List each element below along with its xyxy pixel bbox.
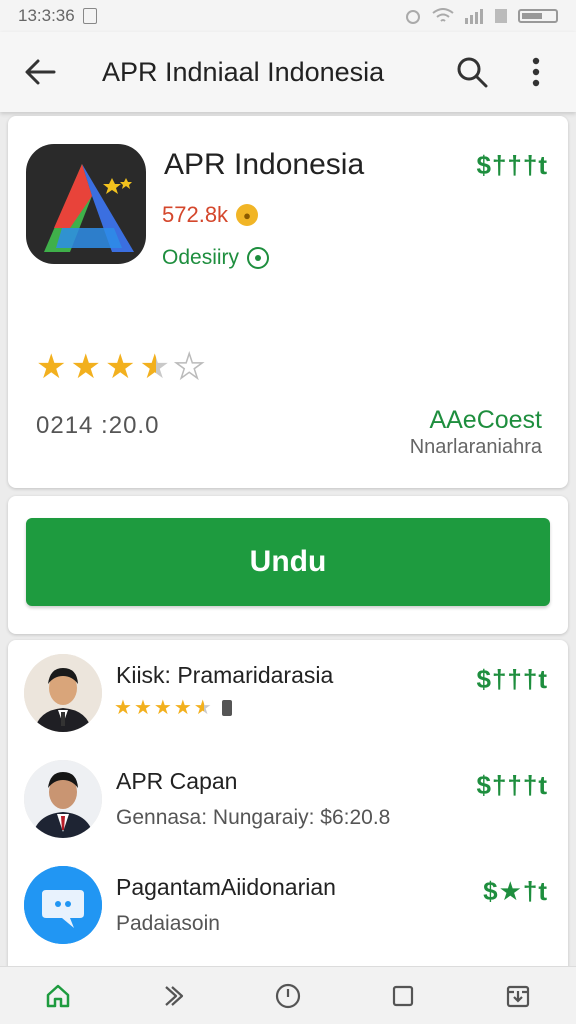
- list-item-title: Kiisk: Pramaridarasia: [116, 662, 334, 688]
- developer-name: Odesiiry: [162, 246, 240, 269]
- square-icon: [393, 985, 414, 1006]
- chat-bubble-graphic: [24, 866, 102, 944]
- storage-icon: [221, 700, 232, 716]
- list-item-subtitle: Gennasa: Nungaraiy: $6:20.8: [116, 806, 391, 829]
- back-button[interactable]: [18, 50, 62, 94]
- list-item-price: $★†t: [483, 876, 548, 906]
- nav-downloads[interactable]: [494, 972, 542, 1020]
- app-version: 0214 :20.0: [36, 412, 160, 439]
- sim-icon: [495, 9, 507, 23]
- list-item-title: PagantamAiidonarian: [116, 874, 336, 900]
- chat-app-icon: [24, 866, 102, 944]
- status-bar: 13:3:36: [0, 0, 576, 32]
- app-name: APR Indonesia: [164, 148, 365, 181]
- list-item[interactable]: APR Capan Gennasa: Nungaraiy: $6:20.8 $†…: [8, 760, 568, 860]
- nav-recents[interactable]: [379, 972, 427, 1020]
- avatar: [24, 760, 102, 838]
- app-publisher: Nnarlaraniahra: [409, 436, 542, 458]
- app-logo-graphic: [44, 164, 134, 252]
- download-icon: [507, 985, 530, 1007]
- star-icon: ★: [133, 697, 152, 719]
- wifi-icon: [432, 8, 454, 22]
- more-options-button[interactable]: [514, 50, 558, 94]
- list-item-subtitle: Padaiasoin: [116, 912, 220, 935]
- downloads-count: 572.8k: [162, 202, 229, 227]
- app-downloads: 572.8k ●: [162, 202, 259, 228]
- app-developer[interactable]: Odesiiry: [162, 246, 270, 270]
- app-logo-icon: [26, 144, 146, 264]
- star-icon: ★: [36, 348, 67, 386]
- star-icon: ★: [104, 348, 136, 386]
- nav-home[interactable]: [34, 972, 82, 1020]
- search-icon: [457, 57, 488, 88]
- home-icon: [46, 984, 69, 1007]
- notification-icon: [82, 8, 97, 24]
- signal-icon: [465, 9, 483, 24]
- list-item[interactable]: Kiisk: Pramaridarasia ★ ★ ★ ★ ★ $†††t: [8, 654, 568, 754]
- page-title: APR Indniaal Indonesia: [102, 56, 385, 87]
- app-cost-label: AAeCoest: [429, 406, 542, 434]
- search-button[interactable]: [450, 50, 494, 94]
- more-vert-icon: [532, 57, 540, 87]
- nav-history[interactable]: [264, 972, 312, 1020]
- clock-icon: [275, 983, 301, 1008]
- list-item-title: APR Capan: [116, 768, 238, 794]
- star-half-icon: ★: [139, 348, 170, 386]
- related-apps-list: Kiisk: Pramaridarasia ★ ★ ★ ★ ★ $†††t AP…: [8, 640, 568, 980]
- battery-icon: [518, 9, 558, 23]
- star-empty-icon: ★: [173, 348, 205, 386]
- status-right: [404, 7, 558, 25]
- person-avatar-graphic: [24, 760, 102, 838]
- person-avatar-graphic: [24, 654, 102, 732]
- bottom-nav: [0, 966, 576, 1024]
- install-card: Undu: [8, 496, 568, 634]
- app-price: $†††t: [476, 150, 548, 180]
- star-icon: ★: [114, 697, 132, 719]
- star-half-icon: ★: [193, 697, 212, 719]
- app-rating-stars: ★ ★ ★ ★ ★: [36, 348, 205, 386]
- list-item[interactable]: PagantamAiidonarian Padaiasoin $★†t: [8, 866, 568, 966]
- list-item-price: $†††t: [476, 770, 548, 800]
- star-icon: ★: [173, 697, 192, 719]
- alarm-icon: [406, 10, 420, 24]
- app-info-card: APR Indonesia 572.8k ● Odesiiry $†††t ★ …: [8, 116, 568, 488]
- list-item-rating: ★ ★ ★ ★ ★: [114, 698, 232, 718]
- app-bar: APR Indniaal Indonesia: [0, 32, 576, 112]
- star-icon: ★: [153, 697, 172, 719]
- avatar: [24, 654, 102, 732]
- verified-icon: [247, 247, 270, 269]
- nav-forward[interactable]: [149, 972, 197, 1020]
- list-item-price: $†††t: [476, 664, 548, 694]
- status-time: 13:3:36: [18, 6, 75, 25]
- arrow-left-icon: [25, 59, 56, 85]
- coin-icon: ●: [236, 204, 259, 226]
- forward-icon: [165, 985, 183, 1006]
- star-icon: ★: [70, 348, 101, 386]
- install-button[interactable]: Undu: [26, 518, 550, 606]
- status-left: 13:3:36: [18, 6, 97, 26]
